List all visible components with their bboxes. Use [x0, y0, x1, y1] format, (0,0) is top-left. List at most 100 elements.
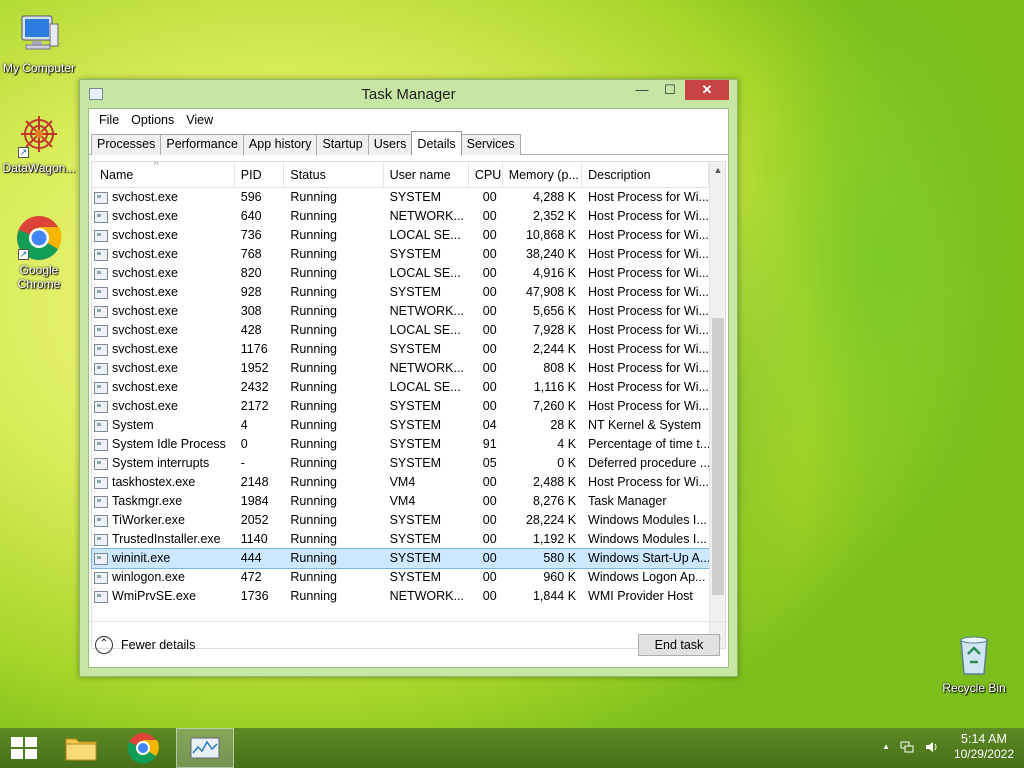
table-row[interactable]: svchost.exe 308 Running NETWORK... 00 5,656 K… — [92, 302, 709, 321]
tab-app-history[interactable]: App history — [242, 134, 318, 155]
memory-cell: 8,276 K — [532, 494, 577, 508]
table-row[interactable]: TiWorker.exe 2052 Running SYSTEM 00 28,224 K W… — [92, 511, 709, 530]
pid-cell: 428 — [240, 323, 262, 337]
process-name-text: svchost.exe — [112, 190, 179, 204]
start-button[interactable] — [0, 728, 46, 768]
desktop-icon-google-chrome[interactable]: ↗ Google Chrome — [1, 214, 77, 291]
process-name-cell: System Idle Process — [92, 435, 235, 454]
title-bar[interactable]: Task Manager — ☐ ✕ — [80, 80, 737, 108]
memory-cell: 28 K — [550, 418, 577, 432]
menu-file[interactable]: File — [93, 113, 125, 127]
pid-cell: 596 — [240, 190, 262, 204]
tab-details[interactable]: Details — [411, 131, 462, 155]
user-name-cell: NETWORK... — [389, 589, 464, 603]
process-name-cell: svchost.exe — [92, 340, 235, 359]
tab-startup[interactable]: Startup — [316, 134, 369, 155]
end-task-button[interactable]: End task — [638, 634, 720, 656]
table-row[interactable]: Taskmgr.exe 1984 Running VM4 00 8,276 K Task M… — [92, 492, 709, 511]
show-hidden-icons-icon[interactable]: ▲ — [882, 740, 890, 757]
process-name-text: svchost.exe — [112, 209, 179, 223]
description-cell: Windows Logon Ap... — [588, 570, 706, 584]
description-cell: Host Process for Wi... — [588, 380, 709, 394]
table-row[interactable]: taskhostex.exe 2148 Running VM4 00 2,488 K Hos… — [92, 473, 709, 492]
tab-services[interactable]: Services — [460, 134, 521, 155]
clock[interactable]: 5:14 AM 10/29/2022 — [954, 732, 1014, 762]
process-name-text: svchost.exe — [112, 285, 179, 299]
menu-options[interactable]: Options — [125, 113, 180, 127]
pid-cell: 0 — [240, 437, 248, 451]
table-row[interactable]: svchost.exe 1176 Running SYSTEM 00 2,244 K Hos… — [92, 340, 709, 359]
scrollbar-thumb[interactable] — [712, 318, 724, 595]
taskbar-file-explorer[interactable] — [52, 728, 110, 768]
column-header-memory[interactable]: Memory (p... — [503, 162, 583, 188]
column-header-name[interactable]: Name ^ — [92, 162, 235, 188]
table-row[interactable]: svchost.exe 736 Running LOCAL SE... 00 10,868… — [92, 226, 709, 245]
volume-icon[interactable] — [924, 740, 938, 757]
taskbar-task-manager[interactable] — [176, 728, 234, 768]
desktop-icon-label: Recycle Bin — [942, 681, 1006, 695]
column-header-description[interactable]: Description — [582, 162, 710, 188]
column-header-cpu[interactable]: CPU — [469, 162, 503, 188]
tab-users[interactable]: Users — [367, 134, 413, 155]
table-row[interactable]: TrustedInstaller.exe 1140 Running SYSTEM 00 1… — [92, 530, 709, 549]
process-name-cell: svchost.exe — [92, 302, 235, 321]
table-row[interactable]: svchost.exe 928 Running SYSTEM 00 47,908 K Hos… — [92, 283, 709, 302]
menu-view[interactable]: View — [180, 113, 219, 127]
table-row[interactable]: svchost.exe 596 Running SYSTEM 00 4,288 K Host… — [92, 188, 709, 207]
desktop-icon-datawagon[interactable]: ↗ DataWagon... — [1, 112, 77, 175]
vertical-scrollbar[interactable]: ▲ ▼ — [709, 162, 725, 648]
description-cell: Windows Modules I... — [588, 513, 707, 527]
task-manager-window: Task Manager — ☐ ✕ File Options View Pro… — [79, 79, 738, 677]
close-button[interactable]: ✕ — [685, 80, 729, 100]
process-icon — [94, 267, 108, 280]
taskbar-chrome[interactable] — [114, 728, 172, 768]
network-icon[interactable] — [900, 740, 914, 757]
table-row[interactable]: wininit.exe 444 Running SYSTEM 00 580 K Window… — [91, 548, 710, 569]
maximize-button[interactable]: ☐ — [655, 80, 685, 100]
process-name-cell: System — [92, 416, 235, 435]
table-row[interactable]: System Idle Process 0 Running SYSTEM 91 4 K Pe… — [92, 435, 709, 454]
table-row[interactable]: svchost.exe 2172 Running SYSTEM 00 7,260 K Hos… — [92, 397, 709, 416]
table-row[interactable]: svchost.exe 2432 Running LOCAL SE... 00 1,116… — [92, 378, 709, 397]
cpu-cell: 00 — [482, 361, 497, 375]
table-row[interactable]: System interrupts - Running SYSTEM 05 0 K Defe… — [92, 454, 709, 473]
process-icon — [94, 533, 108, 546]
cpu-cell: 00 — [482, 532, 497, 546]
cpu-cell: 00 — [482, 494, 497, 508]
process-icon — [94, 324, 108, 337]
table-row[interactable]: System 4 Running SYSTEM 04 28 K NT Kernel & Sy… — [92, 416, 709, 435]
minimize-button[interactable]: — — [627, 80, 657, 100]
tab-processes[interactable]: Processes — [91, 134, 162, 155]
clock-date: 10/29/2022 — [953, 747, 1014, 761]
description-cell: Host Process for Wi... — [588, 399, 709, 413]
column-header-status[interactable]: Status — [284, 162, 384, 188]
status-cell: Running — [290, 475, 337, 489]
shortcut-arrow-icon: ↗ — [18, 147, 29, 158]
process-name-text: winlogon.exe — [112, 570, 185, 584]
fewer-details-button[interactable]: ⌃ Fewer details — [95, 636, 195, 654]
table-row[interactable]: winlogon.exe 472 Running SYSTEM 00 960 K Windo… — [92, 568, 709, 587]
user-name-cell: SYSTEM — [389, 437, 441, 451]
table-row[interactable]: svchost.exe 428 Running LOCAL SE... 00 7,928 … — [92, 321, 709, 340]
pid-cell: 2052 — [240, 513, 269, 527]
table-row[interactable]: svchost.exe 820 Running LOCAL SE... 00 4,916 … — [92, 264, 709, 283]
table-row[interactable]: svchost.exe 768 Running SYSTEM 00 38,240 K Hos… — [92, 245, 709, 264]
user-name-cell: SYSTEM — [389, 285, 441, 299]
pid-cell: 308 — [240, 304, 262, 318]
table-row[interactable]: svchost.exe 1952 Running NETWORK... 00 808 K H… — [92, 359, 709, 378]
sort-ascending-icon: ^ — [154, 162, 159, 171]
desktop-icon-recycle-bin[interactable]: Recycle Bin — [936, 632, 1012, 695]
process-name-text: svchost.exe — [112, 380, 179, 394]
table-row[interactable]: svchost.exe 640 Running NETWORK... 00 2,352 K… — [92, 207, 709, 226]
column-header-user-name[interactable]: User name — [384, 162, 469, 188]
tab-performance[interactable]: Performance — [160, 134, 244, 155]
desktop-icon-my-computer[interactable]: My Computer — [1, 12, 77, 75]
column-header-pid[interactable]: PID — [235, 162, 285, 188]
table-row[interactable]: WmiPrvSE.exe 1736 Running NETWORK... 00 1,844… — [92, 587, 709, 606]
tab-strip: Processes Performance App history Startu… — [89, 131, 728, 155]
scroll-up-arrow-icon[interactable]: ▲ — [710, 162, 726, 178]
memory-cell: 2,352 K — [532, 209, 577, 223]
status-cell: Running — [290, 228, 337, 242]
memory-cell: 580 K — [543, 551, 577, 565]
description-cell: Host Process for Wi... — [588, 266, 709, 280]
